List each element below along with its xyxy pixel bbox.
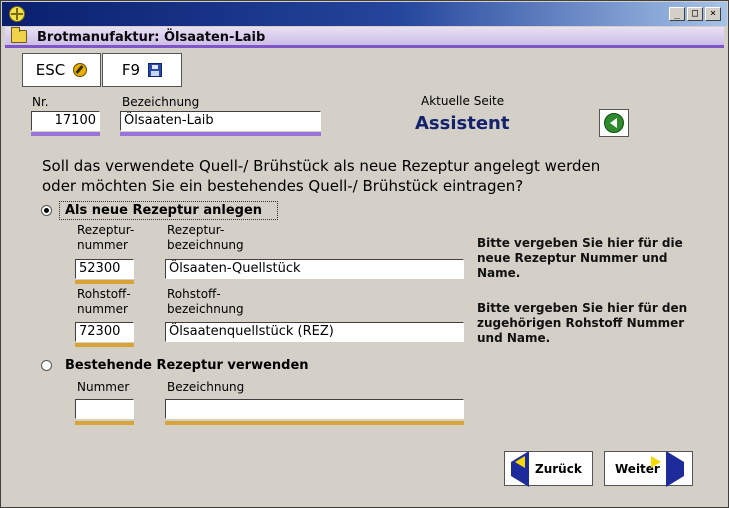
rohstoff-bezeichnung-field[interactable]: Ölsaatenquellstück (REZ) <box>165 322 464 342</box>
bezeichnung-underline <box>120 132 321 136</box>
rohstoff-bezeichnung-label-line2: bezeichnung <box>167 302 244 316</box>
window-controls: _ □ × <box>669 7 721 21</box>
next-button[interactable]: Weiter <box>604 450 693 487</box>
question-line-2: oder möchten Sie ein bestehendes Quell-/… <box>42 177 524 195</box>
window-titlebar: _ □ × <box>2 2 727 26</box>
rezeptur-bezeichnung-label-line2: bezeichnung <box>167 238 244 252</box>
nr-label: Nr. <box>32 95 49 109</box>
rezeptur-nummer-label-line1: Rezeptur- <box>77 223 135 237</box>
rohstoff-hint-line1: Bitte vergeben Sie hier für den <box>477 301 688 315</box>
rohstoff-hint: Bitte vergeben Sie hier für den zugehöri… <box>477 301 687 346</box>
existing-bezeichnung-underline <box>165 421 464 425</box>
existing-nummer-label: Nummer <box>77 380 130 394</box>
rezeptur-bezeichnung-field[interactable]: Ölsaaten-Quellstück <box>165 259 464 279</box>
rohstoff-nummer-underline <box>75 343 134 347</box>
rohstoff-bezeichnung-label-line1: Rohstoff- <box>167 287 221 301</box>
arrow-left-icon <box>511 450 529 487</box>
app-icon <box>9 6 25 22</box>
rohstoff-bezeichnung-label: Rohstoff- bezeichnung <box>167 287 244 317</box>
rezeptur-bezeichnung-label-line1: Rezeptur- <box>167 223 225 237</box>
existing-bezeichnung-field[interactable] <box>165 399 464 419</box>
rohstoff-nummer-field[interactable]: 72300 <box>75 322 134 342</box>
nr-underline <box>31 132 100 136</box>
existing-nummer-underline <box>75 421 134 425</box>
back-button[interactable]: Zurück <box>504 450 593 487</box>
folder-icon <box>11 27 27 43</box>
bezeichnung-label: Bezeichnung <box>122 95 200 109</box>
form-caption-bar: Brotmanufaktur: Ölsaaten-Laib <box>5 27 724 48</box>
rohstoff-nummer-label: Rohstoff- nummer <box>77 287 131 317</box>
rezeptur-bezeichnung-label: Rezeptur- bezeichnung <box>167 223 244 253</box>
question-text: Soll das verwendete Quell-/ Brühstück al… <box>42 156 600 196</box>
f9-label: F9 <box>121 61 141 79</box>
save-icon <box>148 63 163 77</box>
current-page-label: Aktuelle Seite <box>421 94 505 108</box>
arrow-right-icon <box>650 450 684 487</box>
back-to-start-button[interactable] <box>599 109 629 137</box>
radio-new-rezeptur[interactable] <box>41 205 52 216</box>
rohstoff-hint-line3: und Name. <box>477 331 551 345</box>
nr-field[interactable]: 17100 <box>31 111 100 131</box>
rezeptur-nummer-label-line2: nummer <box>77 238 128 252</box>
rezeptur-hint-line2: neue Rezeptur Nummer und <box>477 251 668 265</box>
rohstoff-nummer-label-line1: Rohstoff- <box>77 287 131 301</box>
rezeptur-nummer-field[interactable]: 52300 <box>75 259 134 279</box>
cancel-icon <box>73 63 88 77</box>
main-window: _ □ × Brotmanufaktur: Ölsaaten-Laib ESC … <box>0 0 729 508</box>
back-label: Zurück <box>535 461 582 476</box>
radio-existing-rezeptur-label[interactable]: Bestehende Rezeptur verwenden <box>65 358 309 373</box>
f9-save-button[interactable]: F9 <box>102 53 182 87</box>
maximize-button[interactable]: □ <box>687 7 703 21</box>
esc-label: ESC <box>35 61 66 79</box>
rezeptur-hint: Bitte vergeben Sie hier für die neue Rez… <box>477 236 683 281</box>
rezeptur-nummer-underline <box>75 280 134 284</box>
rezeptur-nummer-label: Rezeptur- nummer <box>77 223 134 253</box>
rezeptur-hint-line1: Bitte vergeben Sie hier für die <box>477 236 683 250</box>
minimize-button[interactable]: _ <box>669 7 685 21</box>
radio-existing-rezeptur[interactable] <box>41 360 52 371</box>
existing-bezeichnung-label: Bezeichnung <box>167 380 245 394</box>
rohstoff-nummer-label-line2: nummer <box>77 302 128 316</box>
existing-nummer-field[interactable] <box>75 399 134 419</box>
green-arrow-left-icon <box>604 113 624 133</box>
question-line-1: Soll das verwendete Quell-/ Brühstück al… <box>42 157 601 175</box>
rezeptur-hint-line3: Name. <box>477 266 521 280</box>
radio-new-rezeptur-label[interactable]: Als neue Rezeptur anlegen <box>65 203 262 218</box>
esc-button[interactable]: ESC <box>22 53 101 87</box>
close-button[interactable]: × <box>705 7 721 21</box>
form-title: Brotmanufaktur: Ölsaaten-Laib <box>37 30 266 45</box>
page-title: Assistent <box>415 113 510 134</box>
bezeichnung-field[interactable]: Ölsaaten-Laib <box>120 111 321 131</box>
rohstoff-hint-line2: zugehörigen Rohstoff Nummer <box>477 316 685 330</box>
